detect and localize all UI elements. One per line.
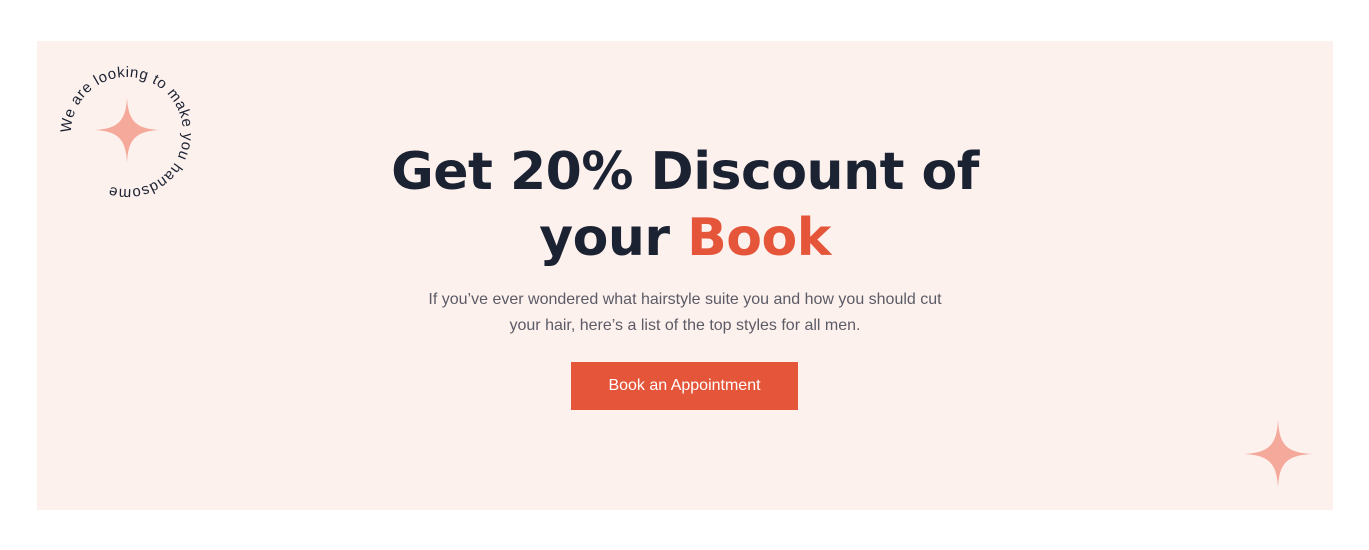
- sparkle-star-icon: [94, 97, 160, 163]
- description-line-2: your hair, here’s a list of the top styl…: [509, 317, 861, 334]
- headline-line-2-prefix: your: [539, 208, 688, 268]
- sparkle-star-icon: [1243, 419, 1313, 489]
- hero-description: If you’ve ever wondered what hairstyle s…: [385, 287, 985, 339]
- headline-line-1: Get 20% Discount of: [391, 142, 979, 202]
- headline-accent-word: Book: [687, 208, 831, 268]
- hero-headline: Get 20% Discount of your Book: [385, 139, 985, 271]
- book-appointment-button[interactable]: Book an Appointment: [571, 362, 798, 410]
- description-line-1: If you’ve ever wondered what hairstyle s…: [428, 291, 942, 308]
- discount-banner: We are looking to make you handsome Get …: [37, 41, 1333, 510]
